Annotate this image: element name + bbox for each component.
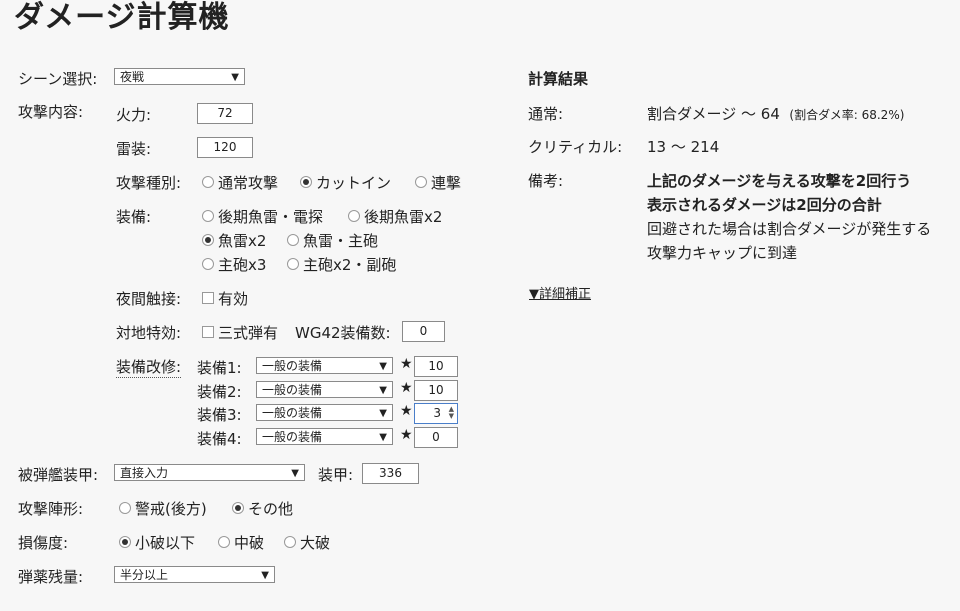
spinner-icon[interactable]: ▲ ▼ [449, 406, 454, 420]
equipment-option-1[interactable]: 後期魚雷・電探 [202, 206, 323, 227]
page-title: ダメージ計算機 [14, 0, 230, 35]
radio-icon [202, 175, 214, 188]
star-icon: ★ [400, 356, 413, 372]
improvement-item-label: 装備2: [197, 383, 242, 401]
scene-select[interactable]: 夜戦 ▼ [114, 68, 245, 85]
dropdown-arrow-icon: ▼ [379, 408, 387, 419]
firepower-label: 火力: [116, 106, 152, 124]
star-icon: ★ [400, 403, 413, 419]
remark-line: 攻撃力キャップに到達 [647, 244, 798, 262]
attack-type-label: 攻撃種別: [116, 174, 182, 192]
armor-input[interactable]: 336 [362, 463, 419, 484]
dropdown-arrow-icon: ▼ [379, 361, 387, 372]
target-armor-select[interactable]: 直接入力 ▼ [114, 464, 305, 481]
formation-option-other[interactable]: その他 [232, 498, 293, 519]
remark-line: 表示されるダメージは2回分の合計 [647, 196, 882, 214]
radio-icon [287, 257, 299, 270]
star-icon: ★ [400, 427, 413, 443]
radio-icon [415, 175, 427, 188]
remark-line: 回避された場合は割合ダメージが発生する [647, 220, 932, 238]
dropdown-arrow-icon: ▼ [379, 385, 387, 396]
scene-label: シーン選択: [18, 70, 98, 88]
attack-type-cutin[interactable]: カットイン [300, 172, 391, 193]
remarks-label: 備考: [528, 172, 564, 190]
radio-icon [218, 535, 230, 548]
torpedo-label: 雷装: [116, 140, 152, 158]
critical-label: クリティカル: [528, 138, 623, 156]
damage-state-minor[interactable]: 小破以下 [119, 532, 195, 553]
attack-type-normal[interactable]: 通常攻撃 [202, 172, 278, 193]
radio-icon [348, 209, 360, 222]
result-title: 計算結果 [528, 70, 589, 88]
improvement-item-label: 装備3: [197, 406, 242, 424]
improvement-type-select[interactable]: 一般の装備 ▼ [256, 357, 393, 374]
normal-note: (割合ダメ率: 68.2%) [789, 108, 905, 122]
formation-label: 攻撃陣形: [18, 500, 84, 518]
night-contact-checkbox[interactable]: 有効 [202, 288, 248, 309]
target-armor-label: 被弾艦装甲: [18, 466, 99, 484]
detail-correction-link[interactable]: ▼詳細補正 [529, 283, 591, 302]
improvement-type-select[interactable]: 一般の装備 ▼ [256, 428, 393, 445]
radio-selected-icon [202, 233, 214, 246]
normal-label: 通常: [528, 105, 564, 123]
scene-select-value: 夜戦 [120, 70, 145, 84]
radio-selected-icon [232, 501, 244, 514]
dropdown-arrow-icon: ▼ [231, 72, 239, 83]
improvement-level-input[interactable]: 0 [414, 427, 458, 448]
improvement-level-input[interactable]: 3 ▲ ▼ [414, 403, 458, 424]
equipment-option-4[interactable]: 魚雷・主砲 [287, 230, 378, 251]
ammo-select[interactable]: 半分以上 ▼ [114, 566, 275, 583]
type3-shell-checkbox[interactable]: 三式弾有 [202, 322, 278, 343]
anti-ground-label: 対地特効: [116, 324, 182, 342]
attack-type-double[interactable]: 連撃 [415, 172, 461, 193]
damage-state-medium[interactable]: 中破 [218, 532, 264, 553]
radio-selected-icon [300, 175, 312, 188]
attack-label: 攻撃内容: [18, 103, 84, 121]
dropdown-arrow-icon: ▼ [291, 468, 299, 479]
night-contact-label: 夜間触接: [116, 290, 182, 308]
damage-state-heavy[interactable]: 大破 [284, 532, 330, 553]
improvement-label: 装備改修: [116, 358, 182, 378]
checkbox-icon [202, 291, 214, 304]
improvement-item-label: 装備4: [197, 430, 242, 448]
radio-selected-icon [119, 535, 131, 548]
improvement-type-select[interactable]: 一般の装備 ▼ [256, 404, 393, 421]
wg42-label: WG42装備数: [295, 324, 391, 342]
radio-icon [287, 233, 299, 246]
dropdown-arrow-icon: ▼ [379, 432, 387, 443]
checkbox-icon [202, 325, 214, 338]
improvement-item-label: 装備1: [197, 359, 242, 377]
damage-state-label: 損傷度: [18, 534, 69, 552]
star-icon: ★ [400, 380, 413, 396]
formation-option-vanguard[interactable]: 警戒(後方) [119, 498, 207, 519]
dropdown-arrow-icon: ▼ [261, 570, 269, 581]
improvement-level-input[interactable]: 10 [414, 356, 458, 377]
wg42-input[interactable]: 0 [402, 321, 445, 342]
torpedo-input[interactable]: 120 [197, 137, 253, 158]
equipment-option-2[interactable]: 後期魚雷x2 [348, 206, 442, 227]
improvement-type-select[interactable]: 一般の装備 ▼ [256, 381, 393, 398]
equipment-option-3[interactable]: 魚雷x2 [202, 230, 266, 251]
normal-value: 割合ダメージ ～ 64 (割合ダメ率: 68.2%) [647, 105, 905, 123]
radio-icon [284, 535, 296, 548]
radio-icon [119, 501, 131, 514]
critical-value: 13 ～ 214 [647, 138, 720, 156]
improvement-level-input[interactable]: 10 [414, 380, 458, 401]
remark-line: 上記のダメージを与える攻撃を2回行う [647, 172, 912, 190]
equipment-option-6[interactable]: 主砲x2・副砲 [287, 254, 396, 275]
firepower-input[interactable]: 72 [197, 103, 253, 124]
radio-icon [202, 257, 214, 270]
radio-icon [202, 209, 214, 222]
armor-label: 装甲: [318, 466, 354, 484]
equipment-option-5[interactable]: 主砲x3 [202, 254, 266, 275]
equipment-label: 装備: [116, 208, 152, 226]
ammo-label: 弾薬残量: [18, 568, 84, 586]
